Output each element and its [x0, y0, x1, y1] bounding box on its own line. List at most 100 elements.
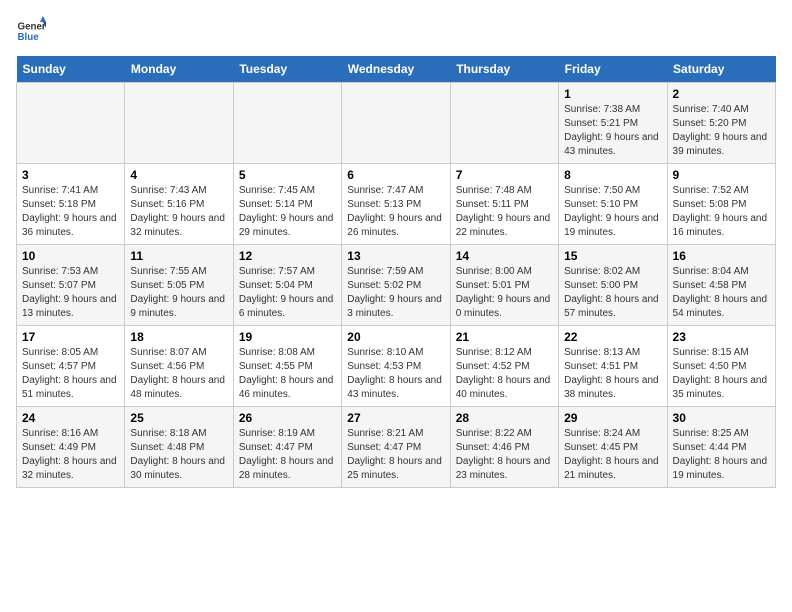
day-number: 12 [239, 249, 336, 263]
day-number: 20 [347, 330, 444, 344]
day-number: 17 [22, 330, 119, 344]
day-info: Sunrise: 7:57 AM Sunset: 5:04 PM Dayligh… [239, 265, 336, 321]
day-info: Sunrise: 8:05 AM Sunset: 4:57 PM Dayligh… [22, 346, 119, 402]
day-number: 13 [347, 249, 444, 263]
table-cell: 14 Sunrise: 8:00 AM Sunset: 5:01 PM Dayli… [450, 245, 558, 326]
day-info: Sunrise: 8:19 AM Sunset: 4:47 PM Dayligh… [239, 427, 336, 483]
table-cell: 17 Sunrise: 8:05 AM Sunset: 4:57 PM Dayli… [17, 326, 125, 407]
calendar-table: Sunday Monday Tuesday Wednesday Thursday… [16, 56, 776, 488]
day-number: 26 [239, 411, 336, 425]
day-number: 3 [22, 168, 119, 182]
day-number: 21 [456, 330, 553, 344]
col-friday: Friday [559, 56, 667, 83]
day-info: Sunrise: 7:45 AM Sunset: 5:14 PM Dayligh… [239, 184, 336, 240]
table-cell: 12 Sunrise: 7:57 AM Sunset: 5:04 PM Dayli… [233, 245, 341, 326]
day-info: Sunrise: 8:04 AM Sunset: 4:58 PM Dayligh… [673, 265, 770, 321]
day-info: Sunrise: 8:25 AM Sunset: 4:44 PM Dayligh… [673, 427, 770, 483]
calendar-body: 1 Sunrise: 7:38 AM Sunset: 5:21 PM Daylig… [17, 83, 776, 488]
table-cell: 19 Sunrise: 8:08 AM Sunset: 4:55 PM Dayli… [233, 326, 341, 407]
day-info: Sunrise: 8:22 AM Sunset: 4:46 PM Dayligh… [456, 427, 553, 483]
logo-icon: General Blue [16, 16, 46, 46]
day-number: 19 [239, 330, 336, 344]
day-info: Sunrise: 8:07 AM Sunset: 4:56 PM Dayligh… [130, 346, 227, 402]
day-info: Sunrise: 8:18 AM Sunset: 4:48 PM Dayligh… [130, 427, 227, 483]
day-info: Sunrise: 8:08 AM Sunset: 4:55 PM Dayligh… [239, 346, 336, 402]
logo: General Blue [16, 16, 46, 46]
day-info: Sunrise: 7:47 AM Sunset: 5:13 PM Dayligh… [347, 184, 444, 240]
day-number: 4 [130, 168, 227, 182]
day-number: 18 [130, 330, 227, 344]
day-info: Sunrise: 8:16 AM Sunset: 4:49 PM Dayligh… [22, 427, 119, 483]
table-cell: 13 Sunrise: 7:59 AM Sunset: 5:02 PM Dayli… [342, 245, 450, 326]
day-number: 9 [673, 168, 770, 182]
calendar-header: Sunday Monday Tuesday Wednesday Thursday… [17, 56, 776, 83]
table-cell: 25 Sunrise: 8:18 AM Sunset: 4:48 PM Dayli… [125, 407, 233, 488]
day-info: Sunrise: 7:53 AM Sunset: 5:07 PM Dayligh… [22, 265, 119, 321]
day-number: 29 [564, 411, 661, 425]
day-info: Sunrise: 8:21 AM Sunset: 4:47 PM Dayligh… [347, 427, 444, 483]
table-cell: 24 Sunrise: 8:16 AM Sunset: 4:49 PM Dayli… [17, 407, 125, 488]
day-info: Sunrise: 8:15 AM Sunset: 4:50 PM Dayligh… [673, 346, 770, 402]
table-cell: 26 Sunrise: 8:19 AM Sunset: 4:47 PM Dayli… [233, 407, 341, 488]
day-info: Sunrise: 7:40 AM Sunset: 5:20 PM Dayligh… [673, 103, 770, 159]
day-number: 1 [564, 87, 661, 101]
table-cell: 4 Sunrise: 7:43 AM Sunset: 5:16 PM Daylig… [125, 164, 233, 245]
day-number: 6 [347, 168, 444, 182]
day-number: 24 [22, 411, 119, 425]
day-info: Sunrise: 7:38 AM Sunset: 5:21 PM Dayligh… [564, 103, 661, 159]
day-number: 8 [564, 168, 661, 182]
table-cell [233, 83, 341, 164]
col-wednesday: Wednesday [342, 56, 450, 83]
col-sunday: Sunday [17, 56, 125, 83]
day-info: Sunrise: 8:00 AM Sunset: 5:01 PM Dayligh… [456, 265, 553, 321]
table-cell: 1 Sunrise: 7:38 AM Sunset: 5:21 PM Daylig… [559, 83, 667, 164]
svg-text:Blue: Blue [18, 32, 40, 43]
day-info: Sunrise: 7:52 AM Sunset: 5:08 PM Dayligh… [673, 184, 770, 240]
day-number: 2 [673, 87, 770, 101]
day-number: 25 [130, 411, 227, 425]
day-number: 23 [673, 330, 770, 344]
day-info: Sunrise: 7:59 AM Sunset: 5:02 PM Dayligh… [347, 265, 444, 321]
table-cell: 10 Sunrise: 7:53 AM Sunset: 5:07 PM Dayli… [17, 245, 125, 326]
table-cell: 28Sunrise: 8:22 AM Sunset: 4:46 PM Dayli… [450, 407, 558, 488]
day-number: 5 [239, 168, 336, 182]
day-number: 27 [347, 411, 444, 425]
col-tuesday: Tuesday [233, 56, 341, 83]
col-saturday: Saturday [667, 56, 775, 83]
table-cell: 8Sunrise: 7:50 AM Sunset: 5:10 PM Daylig… [559, 164, 667, 245]
table-cell: 23 Sunrise: 8:15 AM Sunset: 4:50 PM Dayli… [667, 326, 775, 407]
table-cell: 9 Sunrise: 7:52 AM Sunset: 5:08 PM Daylig… [667, 164, 775, 245]
table-cell: 5 Sunrise: 7:45 AM Sunset: 5:14 PM Daylig… [233, 164, 341, 245]
page-header: General Blue [16, 16, 776, 46]
table-cell: 27 Sunrise: 8:21 AM Sunset: 4:47 PM Dayli… [342, 407, 450, 488]
table-cell [450, 83, 558, 164]
day-info: Sunrise: 7:41 AM Sunset: 5:18 PM Dayligh… [22, 184, 119, 240]
table-cell: 7Sunrise: 7:48 AM Sunset: 5:11 PM Daylig… [450, 164, 558, 245]
day-number: 30 [673, 411, 770, 425]
col-monday: Monday [125, 56, 233, 83]
col-thursday: Thursday [450, 56, 558, 83]
table-cell [17, 83, 125, 164]
day-number: 10 [22, 249, 119, 263]
day-info: Sunrise: 8:02 AM Sunset: 5:00 PM Dayligh… [564, 265, 661, 321]
table-cell: 2 Sunrise: 7:40 AM Sunset: 5:20 PM Daylig… [667, 83, 775, 164]
table-cell: 18 Sunrise: 8:07 AM Sunset: 4:56 PM Dayli… [125, 326, 233, 407]
day-info: Sunrise: 8:24 AM Sunset: 4:45 PM Dayligh… [564, 427, 661, 483]
day-info: Sunrise: 8:13 AM Sunset: 4:51 PM Dayligh… [564, 346, 661, 402]
day-info: Sunrise: 7:43 AM Sunset: 5:16 PM Dayligh… [130, 184, 227, 240]
day-number: 14 [456, 249, 553, 263]
table-cell: 6 Sunrise: 7:47 AM Sunset: 5:13 PM Daylig… [342, 164, 450, 245]
day-info: Sunrise: 7:48 AM Sunset: 5:11 PM Dayligh… [456, 184, 553, 240]
table-cell: 29 Sunrise: 8:24 AM Sunset: 4:45 PM Dayli… [559, 407, 667, 488]
table-cell: 3 Sunrise: 7:41 AM Sunset: 5:18 PM Daylig… [17, 164, 125, 245]
svg-text:General: General [18, 22, 47, 33]
table-cell: 11Sunrise: 7:55 AM Sunset: 5:05 PM Dayli… [125, 245, 233, 326]
table-cell [342, 83, 450, 164]
day-number: 15 [564, 249, 661, 263]
day-info: Sunrise: 8:10 AM Sunset: 4:53 PM Dayligh… [347, 346, 444, 402]
day-info: Sunrise: 8:12 AM Sunset: 4:52 PM Dayligh… [456, 346, 553, 402]
day-number: 11 [130, 249, 227, 263]
table-cell: 21 Sunrise: 8:12 AM Sunset: 4:52 PM Dayli… [450, 326, 558, 407]
table-cell: 20 Sunrise: 8:10 AM Sunset: 4:53 PM Dayli… [342, 326, 450, 407]
day-number: 16 [673, 249, 770, 263]
